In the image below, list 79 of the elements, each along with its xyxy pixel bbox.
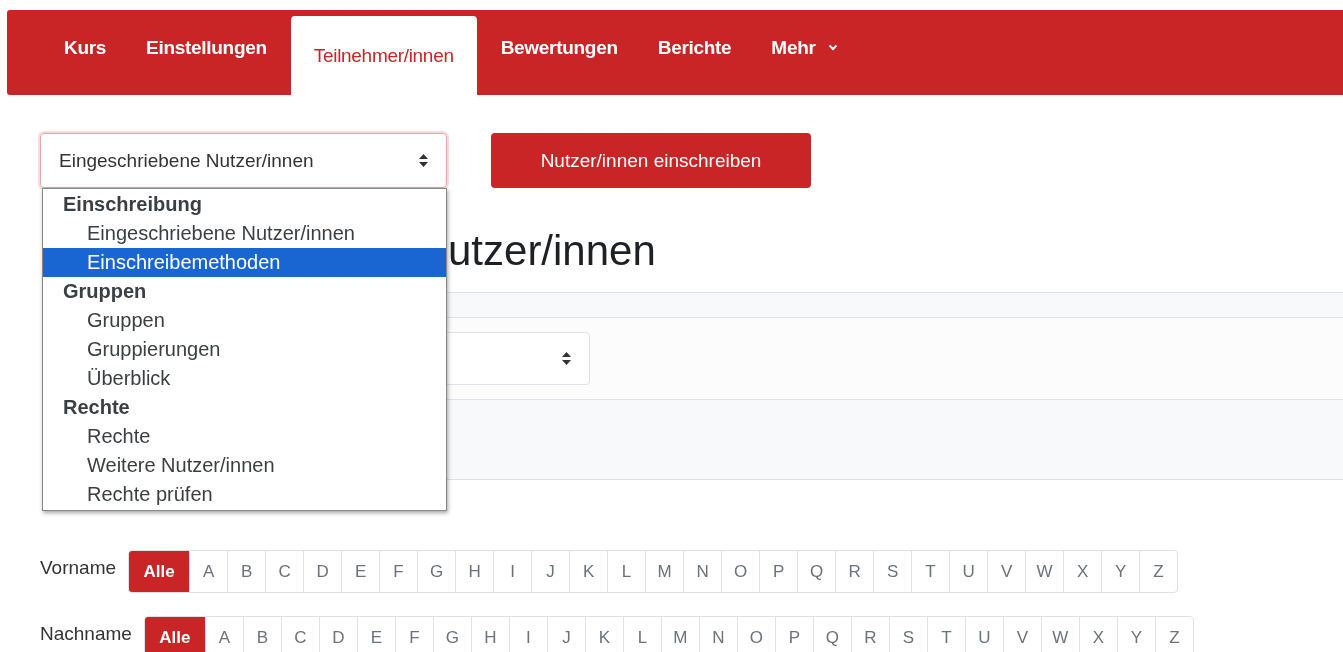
initial-filter-button[interactable]: Q	[812, 617, 851, 652]
initial-filter-button[interactable]: A	[204, 617, 243, 652]
caret-icon	[827, 44, 838, 51]
initials-label: Vorname	[40, 556, 117, 579]
page-heading: utzer/innen	[448, 226, 656, 276]
initial-filter-button[interactable]: O	[736, 617, 775, 652]
nav-tab[interactable]: Teilnehmer/innen	[290, 16, 477, 95]
initial-filter-button[interactable]: D	[303, 551, 342, 592]
initial-filter-button[interactable]: F	[379, 551, 418, 592]
initial-filter-button[interactable]: L	[607, 551, 646, 592]
initial-filter-button[interactable]: W	[1040, 617, 1079, 652]
dropdown-option[interactable]: Einschreibemethoden	[43, 248, 446, 277]
dropdown-option[interactable]: Rechte	[43, 422, 446, 451]
initial-filter-button[interactable]: U	[964, 617, 1003, 652]
initial-filter-button[interactable]: C	[280, 617, 319, 652]
dropdown-option[interactable]: Eingeschriebene Nutzer/innen	[43, 219, 446, 248]
initial-filter-button[interactable]: V	[1002, 617, 1041, 652]
initial-filter-button[interactable]: Y	[1116, 617, 1155, 652]
dropdown-option[interactable]: Weitere Nutzer/innen	[43, 451, 446, 480]
initial-filter-button[interactable]: T	[926, 617, 965, 652]
initial-filter-button[interactable]: V	[987, 551, 1026, 592]
initial-filter-button[interactable]: M	[645, 551, 684, 592]
initial-filter-button[interactable]: Alle	[129, 551, 190, 592]
initial-filter-button[interactable]: R	[835, 551, 874, 592]
sort-arrows-icon	[562, 352, 571, 365]
initial-filter-button[interactable]: T	[911, 551, 950, 592]
initial-filter-button[interactable]: J	[531, 551, 570, 592]
initial-filter-button[interactable]: F	[394, 617, 433, 652]
initial-filter-button[interactable]: W	[1025, 551, 1064, 592]
initial-filter-button[interactable]: H	[455, 551, 494, 592]
initial-filter-button[interactable]: N	[683, 551, 722, 592]
initial-filter-button[interactable]: H	[470, 617, 509, 652]
initial-filter-button[interactable]: X	[1063, 551, 1102, 592]
option-group-label: Gruppen	[62, 279, 148, 304]
dropdown-option[interactable]: Rechte prüfen	[43, 480, 446, 509]
initial-filter-button[interactable]: Y	[1101, 551, 1140, 592]
more-menu-tab[interactable]: Mehr	[751, 16, 858, 95]
dropdown-option[interactable]: Überblick	[43, 364, 446, 393]
initial-filter-button[interactable]: K	[584, 617, 623, 652]
option-group-label: Einschreibung	[62, 192, 203, 217]
initial-filter-button[interactable]: K	[569, 551, 608, 592]
initial-filter-button[interactable]: R	[850, 617, 889, 652]
initial-filter-button[interactable]: X	[1078, 617, 1117, 652]
sort-arrows-icon	[419, 154, 428, 167]
initial-filter-button[interactable]: C	[265, 551, 304, 592]
initial-filter-button[interactable]: S	[888, 617, 927, 652]
initial-filter-button[interactable]: A	[189, 551, 228, 592]
initial-filter-button[interactable]: S	[873, 551, 912, 592]
initial-filter-button[interactable]: O	[721, 551, 760, 592]
initial-filter-button[interactable]: Alle	[144, 617, 205, 652]
initial-filter-button[interactable]: B	[227, 551, 266, 592]
nav-tab[interactable]: Berichte	[637, 16, 752, 95]
nav-tab[interactable]: Einstellungen	[126, 16, 287, 95]
initial-filter-button[interactable]: G	[432, 617, 471, 652]
initial-filter-button[interactable]: Z	[1154, 617, 1193, 652]
initial-filter-button[interactable]: I	[508, 617, 547, 652]
initial-filter-button[interactable]: U	[949, 551, 988, 592]
initial-filter-button[interactable]: P	[774, 617, 813, 652]
option-group-label: Rechte	[62, 395, 131, 420]
dropdown-option[interactable]: Gruppen	[43, 306, 446, 335]
initial-filter-button[interactable]: E	[356, 617, 395, 652]
initial-filter-button[interactable]: L	[622, 617, 661, 652]
initial-filter-button[interactable]: B	[242, 617, 281, 652]
initial-filter-button[interactable]: M	[660, 617, 699, 652]
page-select[interactable]: Eingeschriebene Nutzer/innen	[40, 133, 447, 188]
initial-filter-button[interactable]: G	[417, 551, 456, 592]
initial-filter-button[interactable]: E	[341, 551, 380, 592]
initial-filter-button[interactable]: Z	[1139, 551, 1178, 592]
initial-filter-button[interactable]: I	[493, 551, 532, 592]
initial-filter-button[interactable]: P	[759, 551, 798, 592]
initial-filter-button[interactable]: N	[698, 617, 737, 652]
nav-tab[interactable]: Bewertungen	[480, 16, 638, 95]
initial-filter-button[interactable]: D	[318, 617, 357, 652]
dropdown-option[interactable]: Gruppierungen	[43, 335, 446, 364]
enrol-users-button[interactable]: Nutzer/innen einschreiben	[491, 133, 811, 188]
initial-filter-button[interactable]: Q	[797, 551, 836, 592]
initials-label: Nachname	[40, 622, 132, 645]
initial-filter-button[interactable]: J	[546, 617, 585, 652]
nav-tab[interactable]: Kurs	[44, 16, 127, 95]
